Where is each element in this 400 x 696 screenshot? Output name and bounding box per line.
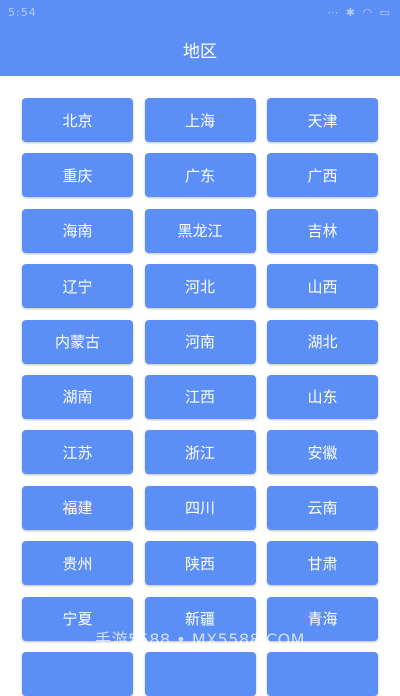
region-button[interactable]: 天津	[267, 98, 378, 142]
region-button[interactable]: 辽宁	[22, 264, 133, 309]
region-button[interactable]: 江西	[144, 374, 256, 419]
region-button[interactable]: 上海	[144, 98, 256, 142]
region-button[interactable]: 海南	[22, 208, 133, 253]
region-button[interactable]: 湖北	[267, 319, 378, 364]
region-button[interactable]: 宁夏	[22, 596, 133, 641]
region-button[interactable]: 广东	[144, 153, 256, 198]
region-button[interactable]: 安徽	[267, 430, 378, 475]
region-button[interactable]	[144, 651, 256, 696]
region-button[interactable]: 北京	[22, 98, 133, 142]
region-button[interactable]	[22, 651, 133, 696]
region-button[interactable]: 山西	[267, 264, 378, 309]
region-button[interactable]: 黑龙江	[144, 208, 256, 253]
region-button[interactable]: 新疆	[144, 596, 256, 641]
status-icons: ⋯ ✱ ◠ ▭	[327, 6, 392, 19]
region-button[interactable]: 云南	[267, 485, 378, 530]
region-button[interactable]: 河北	[144, 264, 256, 309]
app-header: 5:54 ⋯ ✱ ◠ ▭ 地区	[0, 0, 400, 76]
region-grid: 北京 上海 天津 重庆 广东 广西 海南 黑龙江 吉林 辽宁 河北 山西 内蒙古…	[22, 98, 378, 696]
region-button[interactable]: 山东	[267, 374, 378, 419]
region-button[interactable]: 河南	[144, 319, 256, 364]
status-time: 5:54	[8, 6, 37, 19]
region-button[interactable]: 福建	[22, 485, 133, 530]
region-button[interactable]: 浙江	[144, 430, 256, 475]
region-button[interactable]	[267, 651, 378, 696]
region-button[interactable]: 四川	[144, 485, 256, 530]
region-button[interactable]: 甘肃	[267, 541, 378, 586]
status-bar: 5:54 ⋯ ✱ ◠ ▭	[0, 0, 400, 24]
region-button[interactable]: 内蒙古	[22, 319, 133, 364]
page-title: 地区	[183, 42, 217, 62]
region-button[interactable]: 广西	[267, 153, 378, 198]
region-button[interactable]: 贵州	[22, 541, 133, 586]
region-button[interactable]: 湖南	[22, 374, 133, 419]
region-button[interactable]: 青海	[267, 596, 378, 641]
region-button[interactable]: 江苏	[22, 430, 133, 475]
region-button[interactable]: 重庆	[22, 153, 133, 198]
region-button[interactable]: 吉林	[267, 208, 378, 253]
region-button[interactable]: 陕西	[144, 541, 256, 586]
